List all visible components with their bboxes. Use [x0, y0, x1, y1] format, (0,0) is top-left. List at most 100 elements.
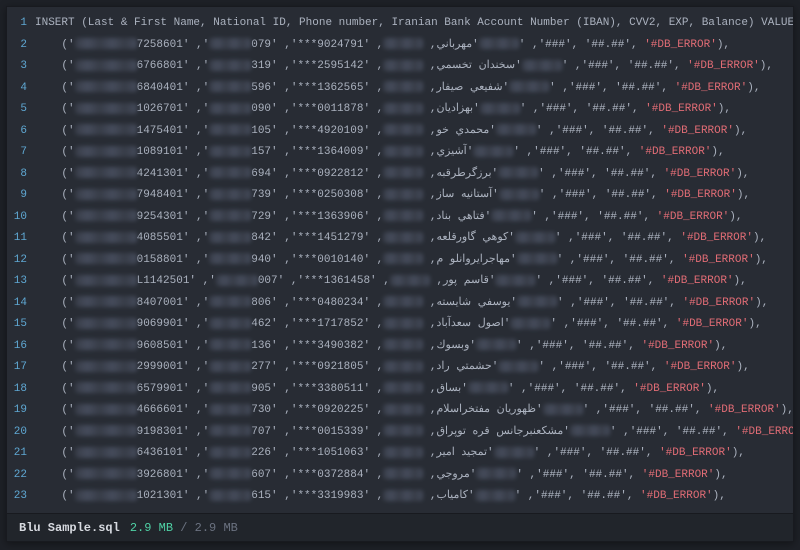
line-number-gutter: 1234567891011121314151617181920212223	[7, 13, 35, 513]
sql-value-row: ('2999001' ,'277' ,'***0921805' , ,'حشمت…	[35, 357, 793, 379]
redacted-name-part	[494, 447, 534, 458]
redacted-id	[75, 81, 137, 92]
redacted-field	[383, 189, 423, 200]
redacted-phone	[209, 38, 251, 49]
redacted-phone	[209, 167, 251, 178]
redacted-name-part	[480, 103, 520, 114]
redacted-id	[75, 253, 137, 264]
redacted-id	[75, 146, 137, 157]
redacted-name-part	[479, 38, 519, 49]
sql-value-row: ('L1142501' ,'007' ,'***1361458' , ,'قاس…	[35, 271, 793, 293]
redacted-name-part	[498, 167, 538, 178]
redacted-name-part	[515, 232, 555, 243]
redacted-id	[75, 339, 137, 350]
redacted-field	[383, 318, 423, 329]
redacted-id	[75, 167, 137, 178]
sql-value-row: ('0158801' ,'940' ,'***0010140' , ,'مهاج…	[35, 250, 793, 272]
file-size: 2.9 MB / 2.9 MB	[130, 521, 238, 535]
redacted-id	[75, 124, 137, 135]
redacted-field	[383, 447, 423, 458]
sql-value-row: ('1026701' ,'090' ,'***0011878' , ,'بهزا…	[35, 99, 793, 121]
redacted-phone	[209, 81, 251, 92]
redacted-id	[75, 468, 137, 479]
redacted-phone	[209, 124, 251, 135]
line-number: 12	[7, 250, 27, 272]
redacted-id	[75, 296, 137, 307]
redacted-name-part	[496, 124, 536, 135]
redacted-field	[383, 490, 423, 501]
redacted-phone	[209, 189, 251, 200]
sql-value-row: ('7948401' ,'739' ,'***0250308' , ,'آستا…	[35, 185, 793, 207]
redacted-id	[75, 361, 137, 372]
line-number: 13	[7, 271, 27, 293]
line-number: 1	[7, 13, 27, 35]
redacted-name-part	[495, 275, 535, 286]
editor-frame: 1234567891011121314151617181920212223 IN…	[6, 6, 794, 542]
redacted-name-part	[517, 296, 557, 307]
line-number: 7	[7, 142, 27, 164]
line-number: 11	[7, 228, 27, 250]
redacted-field	[383, 81, 423, 92]
redacted-name-part	[468, 382, 508, 393]
sql-value-row: ('8407001' ,'806' ,'***0480234' , ,'يوسف…	[35, 293, 793, 315]
line-number: 14	[7, 293, 27, 315]
redacted-id	[75, 210, 137, 221]
line-number: 19	[7, 400, 27, 422]
redacted-field	[383, 382, 423, 393]
sql-value-row: ('1021301' ,'615' ,'***3319983' , ,'كامي…	[35, 486, 793, 508]
sql-value-row: ('4241301' ,'694' ,'***0922812' , ,'برزگ…	[35, 164, 793, 186]
redacted-field	[383, 339, 423, 350]
line-number: 21	[7, 443, 27, 465]
redacted-id	[75, 425, 137, 436]
redacted-name-part	[517, 253, 557, 264]
redacted-phone	[209, 447, 251, 458]
code-area[interactable]: 1234567891011121314151617181920212223 IN…	[7, 7, 793, 513]
sql-value-row: ('9254301' ,'729' ,'***1363906' , ,'فتاه…	[35, 207, 793, 229]
sql-value-row: ('6579901' ,'905' ,'***3380511' , ,'بساق…	[35, 379, 793, 401]
redacted-field	[383, 146, 423, 157]
redacted-field	[383, 361, 423, 372]
code-lines[interactable]: INSERT (Last & First Name, National ID, …	[35, 13, 793, 513]
redacted-name-part	[499, 189, 539, 200]
redacted-field	[383, 425, 423, 436]
line-number: 6	[7, 121, 27, 143]
line-number: 3	[7, 56, 27, 78]
redacted-name-part	[476, 339, 516, 350]
sql-value-row: ('6436101' ,'226' ,'***1051063' , ,'تمجي…	[35, 443, 793, 465]
redacted-name-part	[510, 318, 550, 329]
sql-value-row: ('1475401' ,'105' ,'***4920109' , ,'محمد…	[35, 121, 793, 143]
redacted-field	[383, 296, 423, 307]
line-number: 4	[7, 78, 27, 100]
redacted-id	[75, 318, 137, 329]
redacted-phone	[209, 361, 251, 372]
redacted-field	[383, 167, 423, 178]
redacted-field	[383, 232, 423, 243]
redacted-phone	[209, 490, 251, 501]
redacted-field	[383, 60, 423, 71]
sql-value-row: ('4085501' ,'842' ,'***1451279' , ,'كوهي…	[35, 228, 793, 250]
line-number: 5	[7, 99, 27, 121]
sql-value-row: ('9069901' ,'462' ,'***1717852' , ,'اصول…	[35, 314, 793, 336]
redacted-id	[75, 490, 137, 501]
redacted-id	[75, 38, 137, 49]
line-number: 10	[7, 207, 27, 229]
redacted-name-part	[473, 146, 513, 157]
redacted-id	[75, 189, 137, 200]
redacted-phone	[209, 339, 251, 350]
redacted-id	[75, 382, 137, 393]
redacted-field	[383, 404, 423, 415]
redacted-id	[75, 103, 137, 114]
redacted-phone	[209, 103, 251, 114]
line-number: 15	[7, 314, 27, 336]
redacted-name-part	[498, 361, 538, 372]
redacted-phone	[209, 468, 251, 479]
redacted-name-part	[476, 468, 516, 479]
redacted-phone	[209, 210, 251, 221]
redacted-name-part	[509, 81, 549, 92]
sql-value-row: ('6766801' ,'319' ,'***2595142' , ,'سخند…	[35, 56, 793, 78]
redacted-field	[383, 124, 423, 135]
redacted-field	[383, 253, 423, 264]
redacted-name-part	[543, 404, 583, 415]
sql-value-row: ('4666601' ,'730' ,'***0920225' , ,'ظهور…	[35, 400, 793, 422]
line-number: 16	[7, 336, 27, 358]
